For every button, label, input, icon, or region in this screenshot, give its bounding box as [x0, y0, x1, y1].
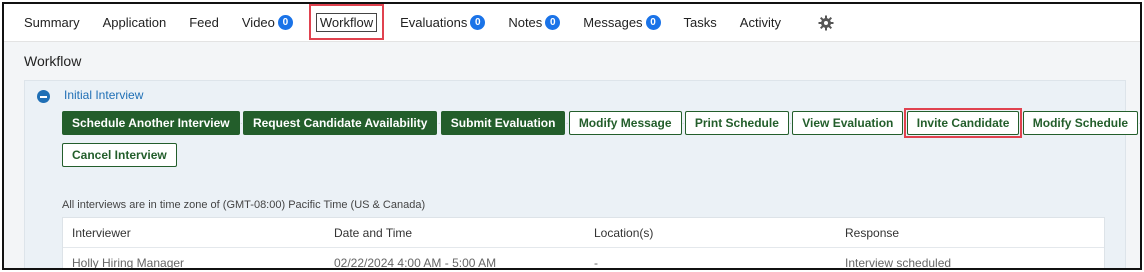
count-badge: 0 — [545, 15, 561, 30]
step-title-link[interactable]: Initial Interview — [64, 88, 143, 102]
schedule-another-interview-button[interactable]: Schedule Another Interview — [62, 111, 240, 135]
tab-workflow[interactable]: Workflow — [308, 4, 385, 40]
workflow-step-panel: Initial Interview Schedule Another Inter… — [24, 80, 1140, 270]
table-header-row: Interviewer Date and Time Location(s) Re… — [63, 218, 1104, 248]
column-header: Response — [845, 225, 900, 240]
tab-video[interactable]: Video 0 — [242, 10, 293, 36]
tab-summary[interactable]: Summary — [24, 10, 80, 36]
action-button-row: Schedule Another Interview · Request Can… — [62, 108, 1140, 138]
tab-label: Evaluations — [400, 15, 468, 30]
tab-label: Messages — [583, 15, 643, 30]
count-badge: 0 — [277, 15, 293, 30]
tab-label: Tasks — [683, 15, 717, 30]
count-badge: 0 — [645, 15, 661, 30]
modify-message-button[interactable]: Modify Message — [568, 111, 682, 135]
tab-messages[interactable]: Messages 0 — [583, 10, 661, 36]
column-header: Location(s) — [594, 225, 654, 240]
button-label: Invite Candidate — [916, 116, 1010, 130]
tab-label: Workflow — [315, 13, 378, 32]
invite-candidate-button[interactable]: Invite Candidate — [903, 108, 1023, 138]
tab-tasks[interactable]: Tasks — [684, 10, 717, 36]
tab-label: Application — [102, 15, 167, 30]
tab-evaluations[interactable]: Evaluations 0 — [400, 10, 486, 36]
tab-label: Activity — [739, 15, 781, 30]
print-schedule-button[interactable]: Print Schedule — [684, 111, 789, 135]
timezone-note: All interviews are in time zone of (GMT-… — [62, 199, 426, 211]
column-header: Date and Time — [334, 225, 413, 240]
table-row: Holly Hiring Manager 02/22/2024 4:00 AM … — [63, 248, 1104, 270]
table-cell: 02/22/2024 4:00 AM - 5:00 AM — [334, 256, 497, 270]
action-button-row-2: Cancel Interview — [62, 143, 1112, 167]
workflow-content: Workflow Initial Interview Schedule Anot… — [4, 42, 1140, 270]
tab-bar: Summary Application Feed Video 0 Workflow… — [4, 4, 1140, 42]
separator: · — [1138, 117, 1142, 129]
tab-activity[interactable]: Activity — [740, 10, 781, 36]
submit-evaluation-button[interactable]: Submit Evaluation — [440, 111, 566, 135]
tab-feed[interactable]: Feed — [189, 10, 219, 36]
tab-notes[interactable]: Notes 0 — [508, 10, 561, 36]
tab-label: Summary — [24, 15, 80, 30]
tab-label: Video — [241, 15, 275, 30]
tab-label: Feed — [189, 15, 219, 30]
app-frame: Summary Application Feed Video 0 Workflow… — [2, 2, 1142, 270]
table-cell: - — [594, 256, 598, 270]
table-cell: Interview scheduled — [845, 256, 952, 270]
column-header: Interviewer — [72, 225, 131, 240]
request-candidate-availability-button[interactable]: Request Candidate Availability — [242, 111, 438, 135]
table-cell: Holly Hiring Manager — [72, 256, 185, 270]
tab-application[interactable]: Application — [103, 10, 167, 36]
view-evaluation-button[interactable]: View Evaluation — [792, 111, 904, 135]
interview-table: Interviewer Date and Time Location(s) Re… — [62, 217, 1105, 270]
page-title: Workflow — [24, 53, 82, 69]
minus-circle-icon[interactable] — [37, 90, 50, 103]
gear-icon[interactable] — [818, 15, 834, 31]
tab-label: Notes — [508, 15, 543, 30]
count-badge: 0 — [470, 15, 486, 30]
cancel-interview-button[interactable]: Cancel Interview — [62, 143, 177, 167]
modify-schedule-button[interactable]: Modify Schedule — [1022, 111, 1139, 135]
